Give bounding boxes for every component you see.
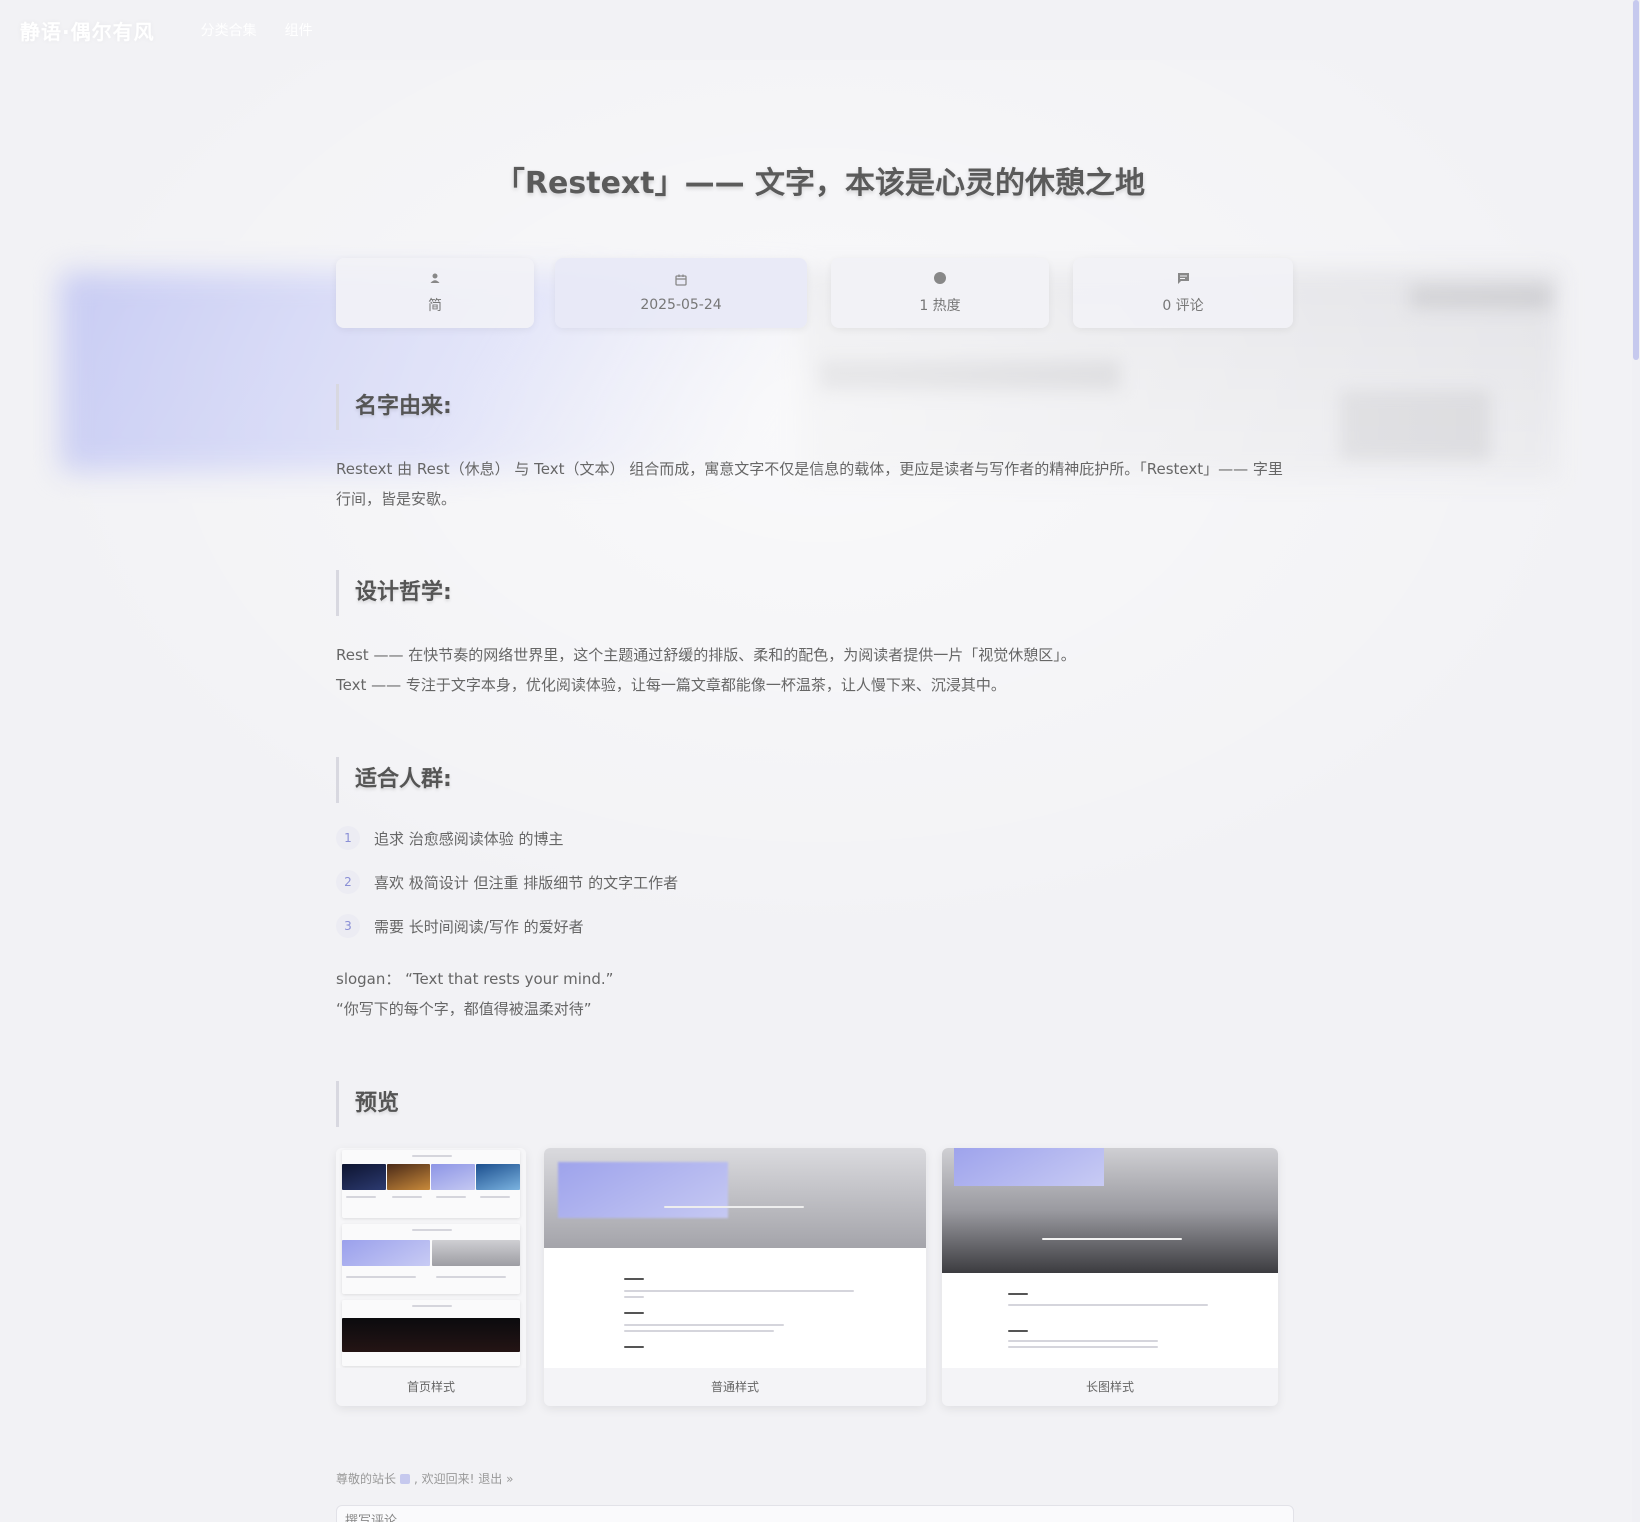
preview-line — [346, 1276, 416, 1278]
preview-row — [342, 1300, 520, 1366]
preview-line — [480, 1196, 510, 1198]
scrollbar-thumb[interactable] — [1633, 0, 1639, 360]
logout-link[interactable]: 退出 » — [478, 1472, 513, 1486]
preview-card-long[interactable]: 长图样式 — [942, 1148, 1278, 1406]
preview-line — [624, 1330, 774, 1332]
slogan-line-cn: “你写下的每个字，都值得被温柔对待” — [336, 1000, 592, 1018]
preview-line — [392, 1196, 422, 1198]
preview-hero-blue — [558, 1162, 728, 1218]
preview-line — [624, 1312, 644, 1314]
preview-line — [412, 1305, 452, 1307]
avatar[interactable] — [400, 1474, 411, 1484]
meta-comments[interactable]: 0 评论 — [1073, 258, 1293, 328]
section-heading-name: 名字由来: — [336, 384, 452, 430]
welcome-suffix: , 欢迎回来! — [414, 1472, 475, 1486]
preview-line — [1008, 1340, 1158, 1342]
preview-line — [1008, 1293, 1028, 1295]
list-item-text: 追求 治愈感阅读体验 的博主 — [374, 829, 564, 848]
preview-line — [436, 1276, 506, 1278]
meta-views[interactable]: 1 热度 — [831, 258, 1049, 328]
preview-thumb — [342, 1164, 386, 1190]
nav-link-components[interactable]: 组件 — [285, 20, 313, 40]
preview-caption-home: 首页样式 — [406, 1380, 455, 1394]
design-line-rest: Rest —— 在快节奏的网络世界里，这个主题通过舒缓的排版、柔和的配色，为阅读… — [336, 646, 1076, 664]
preview-caption-normal: 普通样式 — [710, 1380, 759, 1394]
name-paragraph-line2: 行间，皆是安歇。 — [336, 490, 457, 508]
preview-image-long — [942, 1148, 1278, 1368]
list-item: 3 需要 长时间阅读/写作 的爱好者 — [336, 914, 584, 938]
post-title: 「Restext」—— 文字，本该是心灵的休憩之地 — [494, 166, 1146, 201]
meta-author-text: 简 — [428, 298, 442, 314]
preview-thumb — [387, 1164, 430, 1190]
top-nav: 静语·偶尔有风 分类合集 组件 — [0, 0, 1630, 60]
slogan-line-en: slogan： “Text that rests your mind.” — [336, 970, 614, 988]
preview-row — [342, 1224, 520, 1294]
user-icon — [428, 271, 442, 285]
preview-line — [1042, 1238, 1182, 1240]
calendar-icon — [674, 273, 688, 287]
preview-thumb — [431, 1164, 475, 1190]
design-line-text: Text —— 专注于文字本身，优化阅读体验，让每一篇文章都能像一杯温茶，让人慢… — [336, 676, 1006, 694]
list-number: 1 — [336, 826, 360, 850]
dot-icon — [933, 271, 947, 285]
list-item: 1 追求 治愈感阅读体验 的博主 — [336, 826, 564, 850]
preview-card-normal[interactable]: 普通样式 — [544, 1148, 926, 1406]
meta-comments-text: 0 评论 — [1162, 298, 1204, 314]
preview-hero-blue — [954, 1148, 1104, 1186]
preview-image-home — [336, 1148, 526, 1368]
preview-line — [346, 1196, 376, 1198]
list-item-text: 需要 长时间阅读/写作 的爱好者 — [374, 917, 584, 936]
preview-line — [1008, 1346, 1158, 1348]
comment-welcome: 尊敬的站长 , 欢迎回来! 退出 » — [336, 1470, 513, 1487]
preview-line — [624, 1324, 784, 1326]
comment-icon — [1176, 271, 1190, 285]
name-paragraph-line1: Restext 由 Rest（休息） 与 Text（文本） 组合而成，寓意文字不… — [336, 460, 1283, 478]
meta-date[interactable]: 2025-05-24 — [555, 258, 807, 328]
preview-caption-long: 长图样式 — [1085, 1380, 1134, 1394]
section-heading-audience: 适合人群: — [336, 757, 452, 803]
comment-input[interactable]: 撰写评论 — [336, 1505, 1294, 1522]
preview-thumb — [342, 1318, 520, 1352]
preview-thumb — [476, 1164, 520, 1190]
list-item: 2 喜欢 极简设计 但注重 排版细节 的文字工作者 — [336, 870, 678, 894]
preview-line — [412, 1229, 452, 1231]
section-heading-design: 设计哲学: — [336, 570, 452, 616]
list-number: 3 — [336, 914, 360, 938]
meta-date-text: 2025-05-24 — [640, 297, 722, 313]
preview-line — [436, 1196, 466, 1198]
preview-line — [624, 1290, 854, 1292]
preview-line — [624, 1296, 644, 1298]
preview-line — [664, 1206, 804, 1208]
site-brand[interactable]: 静语·偶尔有风 — [20, 16, 155, 45]
preview-image-normal — [544, 1148, 926, 1368]
preview-line — [412, 1155, 452, 1157]
preview-line — [624, 1346, 644, 1348]
section-heading-preview: 预览 — [336, 1081, 399, 1127]
preview-card-home[interactable]: 首页样式 — [336, 1148, 526, 1406]
meta-views-text: 1 热度 — [919, 298, 961, 314]
list-item-text: 喜欢 极简设计 但注重 排版细节 的文字工作者 — [374, 873, 679, 892]
preview-thumb — [342, 1240, 430, 1266]
preview-line — [1008, 1304, 1208, 1306]
preview-thumb — [432, 1240, 520, 1266]
meta-author[interactable]: 简 — [336, 258, 534, 328]
list-number: 2 — [336, 870, 360, 894]
nav-link-categories[interactable]: 分类合集 — [201, 20, 257, 40]
preview-line — [624, 1278, 644, 1280]
preview-line — [1008, 1330, 1028, 1332]
welcome-prefix: 尊敬的站长 — [336, 1472, 397, 1486]
preview-row — [342, 1150, 520, 1218]
comment-placeholder: 撰写评论 — [345, 1514, 398, 1522]
